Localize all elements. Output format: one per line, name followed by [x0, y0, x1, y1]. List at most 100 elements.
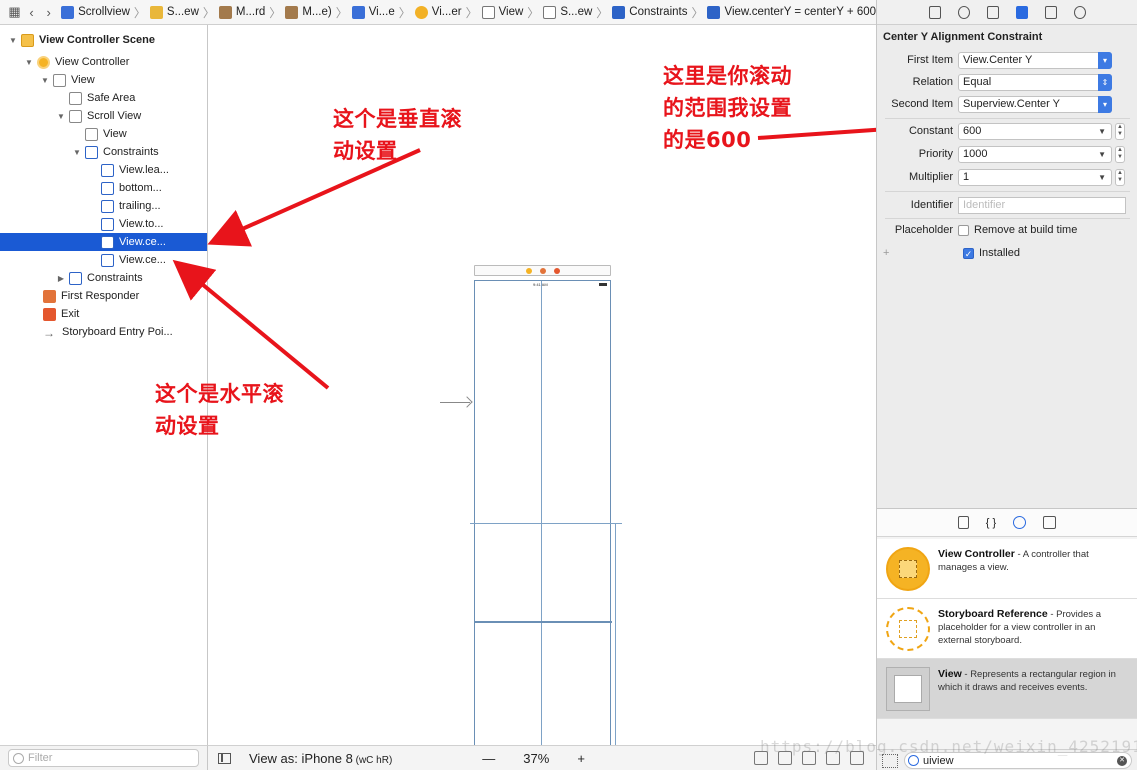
- remove-at-build-checkbox[interactable]: [958, 224, 969, 236]
- view-controller-icon: [886, 547, 930, 591]
- inspector-tabs: [877, 0, 1137, 25]
- code-snippet-icon[interactable]: { }: [986, 517, 996, 529]
- scene-dock[interactable]: [474, 265, 611, 276]
- file-inspector-icon[interactable]: [928, 5, 941, 19]
- multiplier-stepper[interactable]: ▲ ▼: [1115, 168, 1125, 186]
- exit-dock-icon[interactable]: [554, 268, 560, 274]
- disclosure-open-icon[interactable]: ▼: [56, 112, 66, 121]
- breadcrumb-project[interactable]: Scrollview 〉: [61, 4, 146, 21]
- tree-item-view-controller[interactable]: ▼ View Controller: [0, 53, 207, 71]
- zoom-in-button[interactable]: +: [577, 751, 585, 766]
- identity-inspector-icon[interactable]: [986, 5, 999, 19]
- navigator-filter-input[interactable]: Filter: [8, 749, 199, 767]
- constraint-icon: [101, 199, 114, 213]
- zoom-level: 37%: [523, 750, 550, 766]
- iphone-scene-frame[interactable]: 9:41 AM: [470, 280, 622, 751]
- breadcrumb-folder[interactable]: S...ew 〉: [149, 4, 215, 21]
- tree-item-scroll-view[interactable]: ▼ Scroll View: [0, 107, 207, 125]
- tree-item-outer-constraints[interactable]: ▶ Constraints: [0, 269, 207, 287]
- second-item-select[interactable]: Superview.Center Y ▾: [958, 95, 1112, 113]
- storyboard-entry-arrow[interactable]: [440, 402, 470, 403]
- chevron-down-icon[interactable]: ▼: [1098, 173, 1106, 182]
- tree-item-constraint-centery[interactable]: View.ce...: [0, 233, 207, 251]
- disclosure-open-icon[interactable]: ▼: [72, 148, 82, 157]
- constant-field[interactable]: 600 ▼: [958, 122, 1112, 140]
- tree-item-entry-point[interactable]: → Storyboard Entry Poi...: [0, 323, 207, 341]
- clear-icon[interactable]: ✕: [1117, 756, 1127, 766]
- installed-row: + ✓ Installed: [883, 247, 1020, 259]
- chevron-down-icon[interactable]: ▼: [1098, 150, 1106, 159]
- related-items-icon[interactable]: ▦: [6, 2, 23, 22]
- constraint-icon: [101, 253, 114, 267]
- chevron-down-icon: ▾: [1098, 95, 1112, 113]
- storyboard-base-icon: [285, 5, 299, 19]
- constant-stepper[interactable]: ▲ ▼: [1115, 122, 1125, 140]
- view-controller-dock-icon[interactable]: [526, 268, 532, 274]
- connections-inspector-icon[interactable]: [1073, 5, 1086, 19]
- tree-item-constraint-bottom[interactable]: bottom...: [0, 179, 207, 197]
- library-item-view-controller[interactable]: View Controller - A controller that mana…: [877, 539, 1137, 599]
- annotation-range: 这里是你滚动 的范围我设置 的是600: [663, 64, 792, 152]
- view-as-button[interactable]: View as: iPhone 8 (wC hR): [249, 751, 392, 766]
- size-inspector-icon[interactable]: [1044, 5, 1057, 19]
- tree-item-exit[interactable]: Exit: [0, 305, 207, 323]
- tree-item-scene[interactable]: ▼ View Controller Scene: [0, 31, 207, 49]
- tree-item-safe-area[interactable]: Safe Area: [0, 89, 207, 107]
- tree-item-constraint-top[interactable]: View.to...: [0, 215, 207, 233]
- installed-checkbox[interactable]: ✓: [963, 247, 974, 259]
- disclosure-open-icon[interactable]: ▼: [24, 58, 34, 67]
- add-variation-button[interactable]: +: [883, 247, 893, 259]
- object-library: { } View Controller - A controller that …: [876, 508, 1137, 770]
- scene-icon: [21, 33, 34, 47]
- constraint-icon: [101, 163, 114, 177]
- forward-icon[interactable]: ›: [40, 2, 57, 22]
- disclosure-open-icon[interactable]: ▼: [8, 36, 18, 45]
- breadcrumb-storyboard[interactable]: M...rd 〉: [218, 4, 281, 21]
- disclosure-open-icon[interactable]: ▼: [40, 76, 50, 85]
- tree-item-first-responder[interactable]: First Responder: [0, 287, 207, 305]
- scroll-view-icon: [543, 5, 557, 19]
- first-item-select[interactable]: View.Center Y ▾: [958, 51, 1112, 69]
- inspector-title: Center Y Alignment Constraint: [883, 31, 1043, 43]
- entry-arrow-icon: →: [43, 325, 55, 340]
- tree-item-content-view[interactable]: View: [0, 125, 207, 143]
- priority-field[interactable]: 1000 ▼: [958, 145, 1112, 163]
- breadcrumb-storyboard-base[interactable]: M...e) 〉: [285, 4, 348, 21]
- attributes-inspector-icon[interactable]: [1015, 5, 1028, 19]
- object-library-icon[interactable]: [1013, 516, 1027, 529]
- relation-select[interactable]: Equal ⇕: [958, 73, 1112, 91]
- zoom-controls: — 37% +: [482, 751, 585, 766]
- library-item-storyboard-reference[interactable]: Storyboard Reference - Provides a placeh…: [877, 599, 1137, 659]
- breadcrumb-scene[interactable]: Vi...e 〉: [351, 4, 411, 21]
- tree-item-constraints[interactable]: ▼ Constraints: [0, 143, 207, 161]
- filter-icon: [908, 755, 919, 766]
- breadcrumb-view[interactable]: View 〉: [481, 4, 539, 21]
- help-inspector-icon[interactable]: [957, 5, 970, 19]
- identifier-input[interactable]: Identifier: [958, 196, 1126, 214]
- exit-icon: [43, 307, 56, 321]
- disclosure-closed-icon[interactable]: ▶: [56, 274, 66, 283]
- tree-item-constraint-trailing[interactable]: trailing...: [0, 197, 207, 215]
- breadcrumb-constraint[interactable]: View.centerY = centerY + 600: [707, 5, 876, 19]
- outline-toggle-icon[interactable]: [218, 752, 231, 764]
- multiplier-field[interactable]: 1 ▼: [958, 168, 1112, 186]
- file-template-icon[interactable]: [957, 516, 969, 529]
- media-library-icon[interactable]: [1043, 516, 1057, 529]
- tree-item-view[interactable]: ▼ View: [0, 71, 207, 89]
- scene-icon: [351, 5, 365, 19]
- constraint-icon: [101, 181, 114, 195]
- priority-stepper[interactable]: ▲ ▼: [1115, 145, 1125, 163]
- divider: [885, 218, 1130, 219]
- back-icon[interactable]: ‹: [23, 2, 40, 22]
- multiplier-row: Multiplier 1 ▼ ▲ ▼: [877, 168, 1135, 186]
- first-responder-dock-icon[interactable]: [540, 268, 546, 274]
- library-item-view[interactable]: View - Represents a rectangular region i…: [877, 659, 1137, 719]
- breadcrumb-view-controller[interactable]: Vi...er 〉: [414, 4, 478, 21]
- breadcrumb-constraints[interactable]: Constraints 〉: [612, 4, 703, 21]
- breadcrumb-scroll-view[interactable]: S...ew 〉: [543, 4, 608, 21]
- constraint-icon: [707, 5, 721, 19]
- tree-item-constraint-centerx[interactable]: View.ce...: [0, 251, 207, 269]
- chevron-down-icon[interactable]: ▼: [1098, 127, 1106, 136]
- zoom-out-button[interactable]: —: [482, 751, 495, 766]
- tree-item-constraint-leading[interactable]: View.lea...: [0, 161, 207, 179]
